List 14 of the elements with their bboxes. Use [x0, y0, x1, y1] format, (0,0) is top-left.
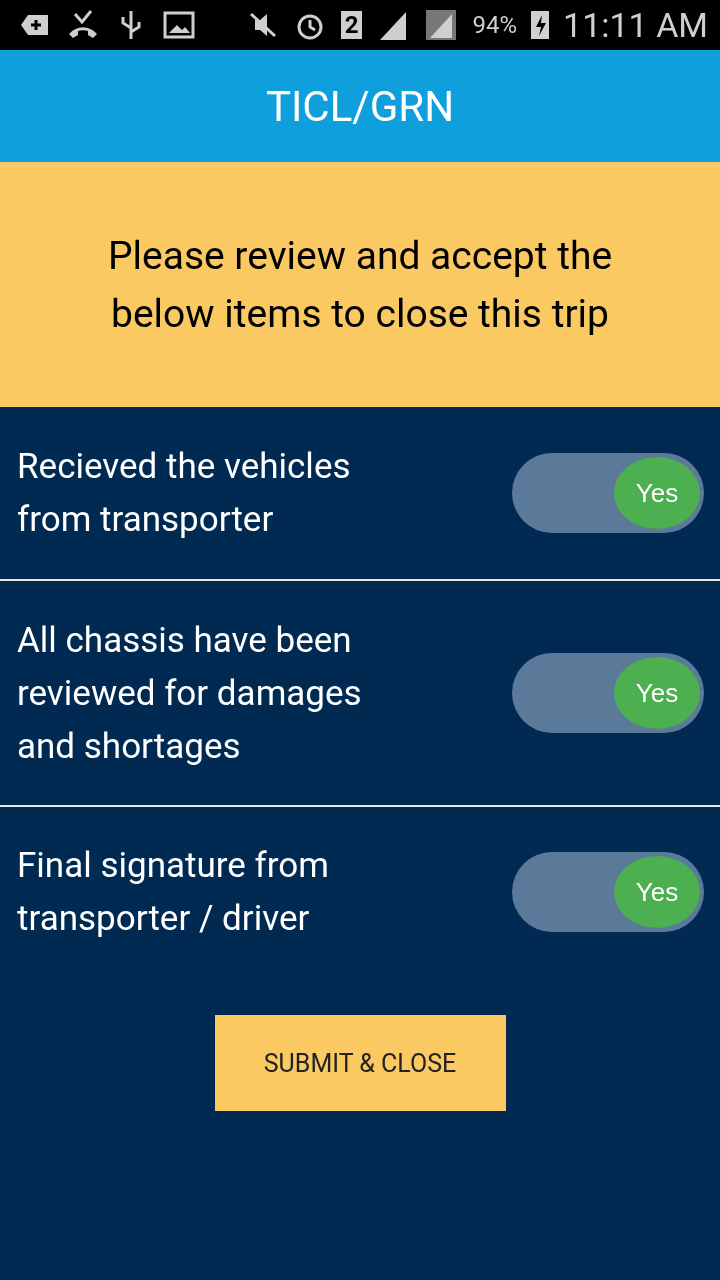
signal-icon [424, 8, 459, 42]
header-title: TICL/GRN [265, 81, 455, 131]
instruction-text: Please review and accept the below items to close this trip [106, 231, 614, 339]
sim-number: 2 [340, 11, 363, 39]
battery-icon [531, 8, 550, 42]
checklist-label: Final signature from transporter / driver [17, 844, 330, 941]
yes-toggle[interactable]: Yes [512, 852, 704, 932]
yes-toggle[interactable]: Yes [512, 653, 704, 733]
checklist-label: All chassis have been reviewed for damages and shortages [17, 618, 363, 769]
clock-time: 11:11 AM [563, 5, 708, 45]
battery-percent: 94% [472, 11, 518, 39]
submit-button[interactable]: SUBMIT & CLOSE [214, 1015, 506, 1111]
yes-toggle[interactable]: Yes [512, 453, 704, 533]
checklist-label: Recieved the vehicles from transporter [17, 445, 352, 542]
